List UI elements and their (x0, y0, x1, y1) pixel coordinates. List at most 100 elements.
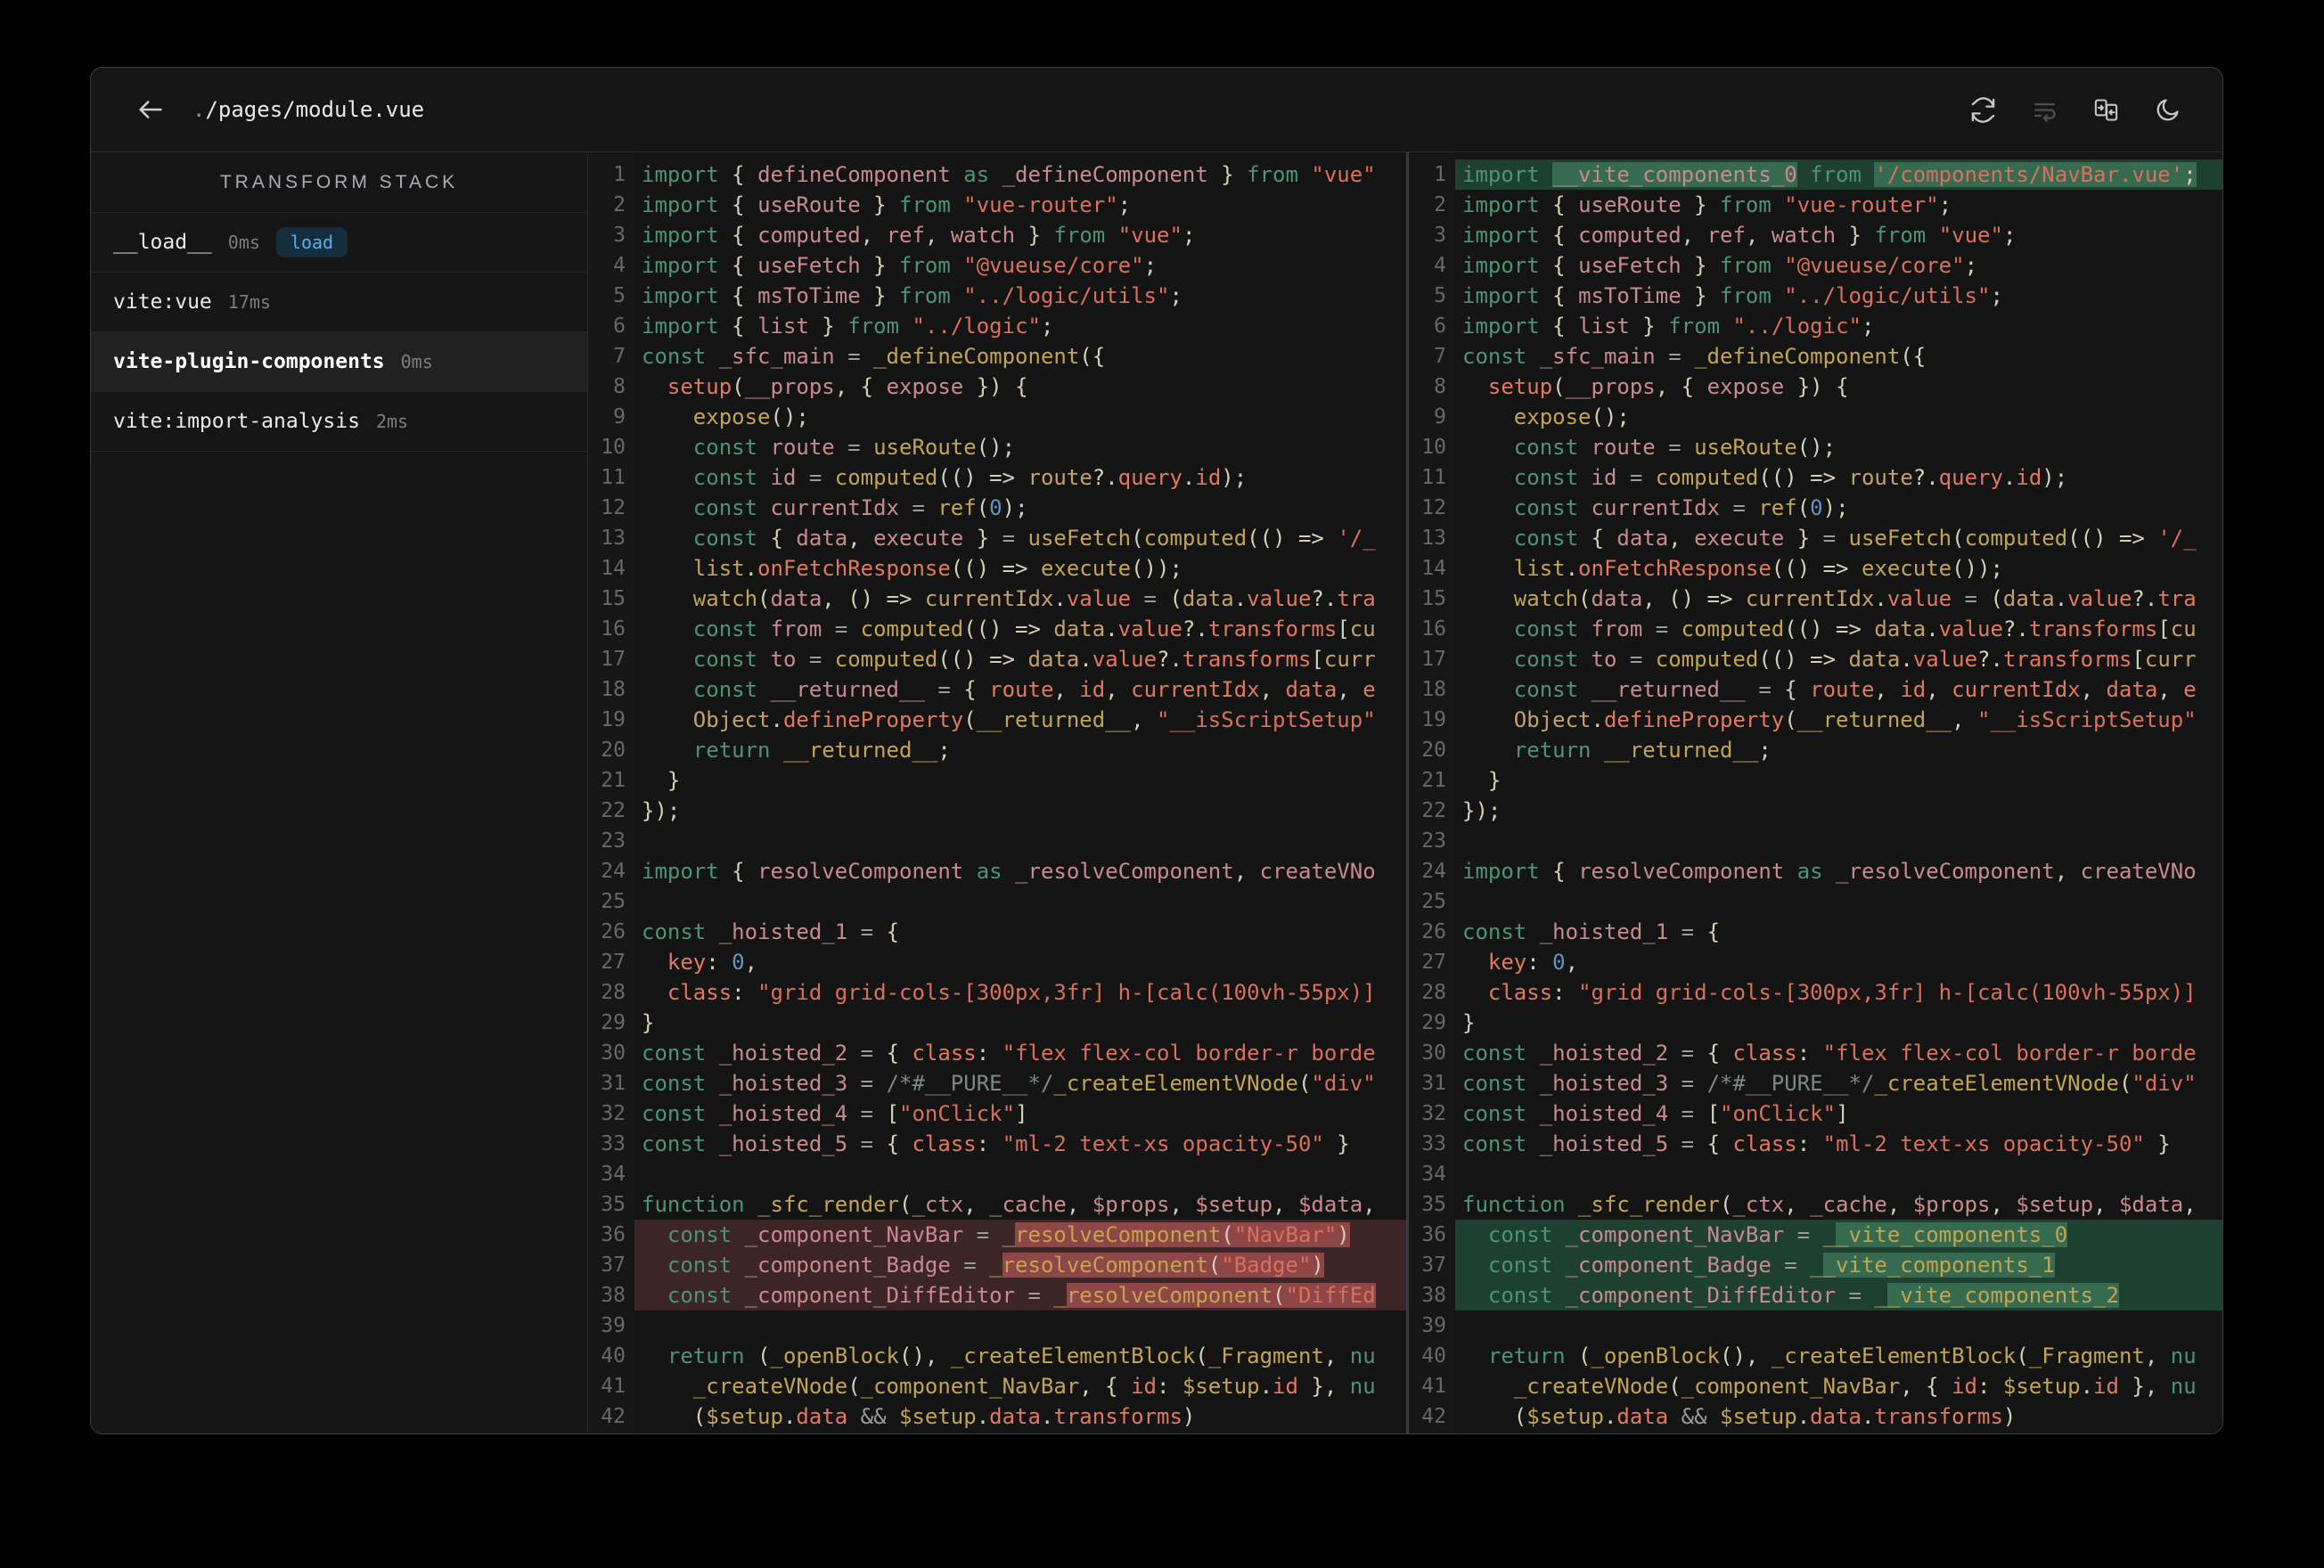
code-line: const _component_DiffEditor = __vite_com… (1455, 1280, 2222, 1311)
code-line: const _hoisted_3 = /*#__PURE__*/_createE… (642, 1071, 1376, 1096)
sidebar-item-load[interactable]: __load__ 0ms load (91, 213, 587, 273)
line-number: 39 (1421, 1314, 1446, 1337)
titlebar: ./pages/module.vue (91, 68, 2222, 152)
code-line: import { computed, ref, watch } from "vu… (642, 223, 1196, 248)
code-line: import { msToTime } from "../logic/utils… (642, 283, 1182, 308)
refresh-icon[interactable] (1969, 96, 1997, 124)
diff-view: 1 2 3 4 5 6 7 8 9 10 11 12 13 14 15 16 17 18 19 20 21 22 23 24 2… (588, 152, 2222, 1433)
diff-pane-right[interactable]: 1 2 3 4 5 6 7 8 9 10 11 12 13 14 15 16 17 18 19 20 21 22 23 24 2… (1409, 152, 2222, 1433)
line-number: 22 (1421, 799, 1446, 822)
back-arrow-icon[interactable] (135, 94, 166, 125)
line-number: 42 (601, 1405, 626, 1428)
code-line: import { list } from "../logic"; (1462, 314, 1875, 339)
code-line: const route = useRoute(); (642, 435, 1016, 460)
code-line: const _hoisted_2 = { class: "flex flex-c… (642, 1041, 1376, 1066)
line-number: 36 (601, 1223, 626, 1246)
code-line: import { useRoute } from "vue-router"; (642, 192, 1132, 217)
code-line: const _component_Badge = _resolveCompone… (634, 1250, 1406, 1280)
line-number: 37 (1421, 1254, 1446, 1277)
code-line: import { useRoute } from "vue-router"; (1462, 192, 1952, 217)
code-line: import { defineComponent as _defineCompo… (642, 162, 1376, 187)
line-number: 22 (601, 799, 626, 822)
plugin-name: __load__ (113, 231, 212, 254)
code-line: import { useFetch } from "@vueuse/core"; (642, 253, 1158, 278)
diff-pane-left[interactable]: 1 2 3 4 5 6 7 8 9 10 11 12 13 14 15 16 17 18 19 20 21 22 23 24 2… (588, 152, 1406, 1433)
file-path-name: /pages/module.vue (205, 97, 425, 122)
line-number: 37 (601, 1254, 626, 1277)
side-by-side-icon[interactable] (2092, 96, 2120, 124)
line-number: 19 (1421, 708, 1446, 731)
line-number: 11 (1421, 466, 1446, 489)
code-line: }); (1462, 798, 1502, 823)
code-line: function _sfc_render(_ctx, _cache, $prop… (1462, 1192, 2197, 1217)
line-number: 36 (1421, 1223, 1446, 1246)
line-number: 7 (1434, 345, 1446, 368)
line-number: 21 (1421, 769, 1446, 792)
line-number: 14 (601, 557, 626, 580)
code-line: }); (642, 798, 681, 823)
code-line: watch(data, () => currentIdx.value = (da… (1462, 586, 2197, 611)
line-number: 16 (601, 617, 626, 641)
line-wrap-icon[interactable] (2031, 96, 2058, 124)
code-line: const _hoisted_4 = ["onClick"] (642, 1101, 1028, 1126)
code-line: const from = computed(() => data.value?.… (642, 617, 1376, 641)
line-number: 29 (601, 1011, 626, 1034)
line-number: 19 (601, 708, 626, 731)
line-number: 38 (1421, 1284, 1446, 1307)
gutter-left: 1 2 3 4 5 6 7 8 9 10 11 12 13 14 15 16 17 18 19 20 21 22 23 24 2… (588, 152, 634, 1433)
app-window: ./pages/module.vue TRANSFORM STACK __loa… (90, 67, 2223, 1434)
code-line: const _hoisted_5 = { class: "ml-2 text-x… (642, 1131, 1350, 1156)
code-line: } (642, 1010, 655, 1035)
line-number: 34 (1421, 1163, 1446, 1186)
sidebar-item-vite-plugin-components[interactable]: vite-plugin-components 0ms (91, 332, 587, 392)
line-number: 14 (1421, 557, 1446, 580)
code-line: key: 0, (642, 950, 758, 975)
toolbar-actions (1969, 96, 2181, 124)
code-col-right: import __vite_components_0 from '/compon… (1455, 152, 2222, 1433)
line-number: 33 (1421, 1132, 1446, 1156)
sidebar-item-vite-import-analysis[interactable]: vite:import-analysis 2ms (91, 392, 587, 452)
sidebar-item-vite-vue[interactable]: vite:vue 17ms (91, 273, 587, 332)
code-line: class: "grid grid-cols-[300px,3fr] h-[ca… (1462, 980, 2197, 1005)
code-line: setup(__props, { expose }) { (1462, 374, 1849, 399)
code-line: list.onFetchResponse(() => execute()); (1462, 556, 2003, 581)
code-line: const _component_Badge = __vite_componen… (1455, 1250, 2222, 1280)
code-line: return __returned__; (642, 738, 951, 763)
code-line: const _hoisted_4 = ["onClick"] (1462, 1101, 1849, 1126)
code-line: import { useFetch } from "@vueuse/core"; (1462, 253, 1978, 278)
code-line: const { data, execute } = useFetch(compu… (642, 526, 1376, 551)
line-number: 42 (1421, 1405, 1446, 1428)
line-number: 10 (601, 436, 626, 459)
line-number: 1 (1434, 163, 1446, 186)
code-line: const _hoisted_5 = { class: "ml-2 text-x… (1462, 1131, 2171, 1156)
line-number: 2 (613, 193, 626, 216)
dark-mode-icon[interactable] (2154, 96, 2181, 124)
plugin-time: 0ms (400, 351, 433, 372)
code-line: import { resolveComponent as _resolveCom… (1462, 859, 2197, 884)
line-number: 41 (601, 1375, 626, 1398)
line-number: 3 (613, 224, 626, 247)
code-line: key: 0, (1462, 950, 1579, 975)
code-line: import { msToTime } from "../logic/utils… (1462, 283, 2003, 308)
code-line: const currentIdx = ref(0); (642, 495, 1028, 520)
line-number: 29 (1421, 1011, 1446, 1034)
plugin-time: 2ms (375, 411, 409, 432)
line-number: 35 (601, 1193, 626, 1216)
line-number: 6 (613, 314, 626, 338)
line-number: 9 (1434, 405, 1446, 429)
code-line: const _hoisted_1 = { (1462, 919, 1721, 944)
line-number: 35 (1421, 1193, 1446, 1216)
code-line: expose(); (642, 404, 809, 429)
load-badge: load (275, 227, 348, 257)
code-line: const id = computed(() => route?.query.i… (642, 465, 1248, 490)
code-line: const _hoisted_2 = { class: "flex flex-c… (1462, 1041, 2197, 1066)
code-line: const route = useRoute(); (1462, 435, 1837, 460)
code-line: } (1462, 768, 1502, 793)
code-line: _createVNode(_component_NavBar, { id: $s… (1462, 1374, 2197, 1399)
plugin-name: vite-plugin-components (113, 350, 385, 373)
line-number: 25 (601, 890, 626, 913)
line-number: 6 (1434, 314, 1446, 338)
line-number: 5 (1434, 284, 1446, 307)
